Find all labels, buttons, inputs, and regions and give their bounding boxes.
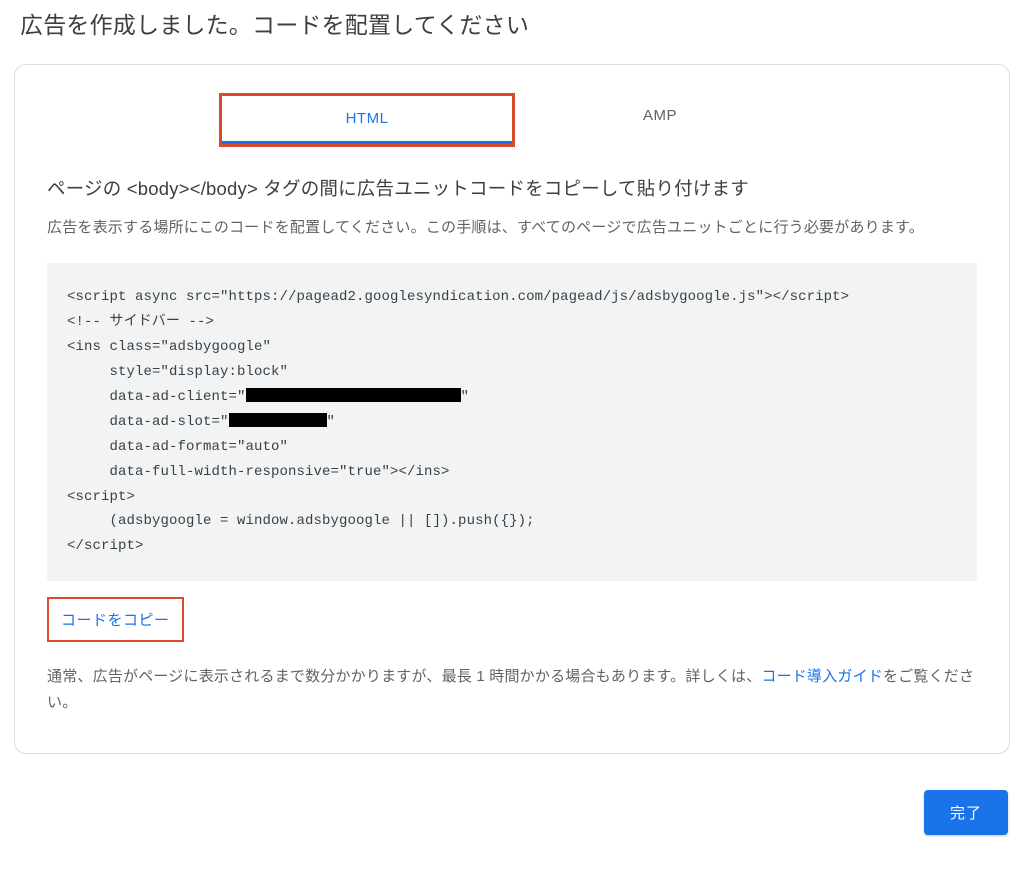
code-line: data-ad-client=" (67, 389, 246, 405)
done-button[interactable]: 完了 (924, 790, 1008, 835)
redacted-slot-id (229, 413, 327, 427)
code-line: </script> (67, 538, 144, 554)
code-line: <script async src="https://pagead2.googl… (67, 289, 849, 305)
footer-note: 通常、広告がページに表示されるまで数分かかりますが、最長 1 時間かかる場合もあ… (47, 664, 977, 717)
tab-html-highlight: HTML (219, 93, 515, 147)
done-row: 完了 (14, 790, 1010, 835)
code-line: " (461, 389, 470, 405)
code-line: <ins class="adsbygoogle" (67, 339, 271, 355)
code-line: " (327, 414, 336, 430)
code-card: HTML AMP ページの <body></body> タグの間に広告ユニットコ… (14, 64, 1010, 754)
footer-text-1: 通常、広告がページに表示されるまで数分かかりますが、最長 1 時間かかる場合もあ… (47, 668, 761, 685)
code-line: <!-- サイドバー --> (67, 314, 214, 330)
code-line: <script> (67, 489, 135, 505)
redacted-client-id (246, 388, 461, 402)
page-title: 広告を作成しました。コードを配置してください (20, 6, 1010, 40)
tabs: HTML AMP (47, 93, 977, 147)
code-line: data-full-width-responsive="true"></ins> (67, 464, 450, 480)
code-line: (adsbygoogle = window.adsbygoogle || [])… (67, 513, 535, 529)
copy-code-button[interactable]: コードをコピー (49, 599, 182, 640)
code-guide-link[interactable]: コード導入ガイド (761, 668, 883, 685)
tab-html[interactable]: HTML (222, 96, 512, 144)
code-line: data-ad-slot=" (67, 414, 229, 430)
copy-button-highlight: コードをコピー (47, 597, 184, 642)
code-block[interactable]: <script async src="https://pagead2.googl… (47, 263, 977, 581)
section-title: ページの <body></body> タグの間に広告ユニットコードをコピーして貼… (47, 175, 977, 201)
code-line: style="display:block" (67, 364, 288, 380)
tab-amp[interactable]: AMP (515, 93, 805, 147)
code-line: data-ad-format="auto" (67, 439, 288, 455)
section-desc: 広告を表示する場所にこのコードを配置してください。この手順は、すべてのページで広… (47, 215, 977, 241)
actions-row: コードをコピー (47, 597, 977, 642)
